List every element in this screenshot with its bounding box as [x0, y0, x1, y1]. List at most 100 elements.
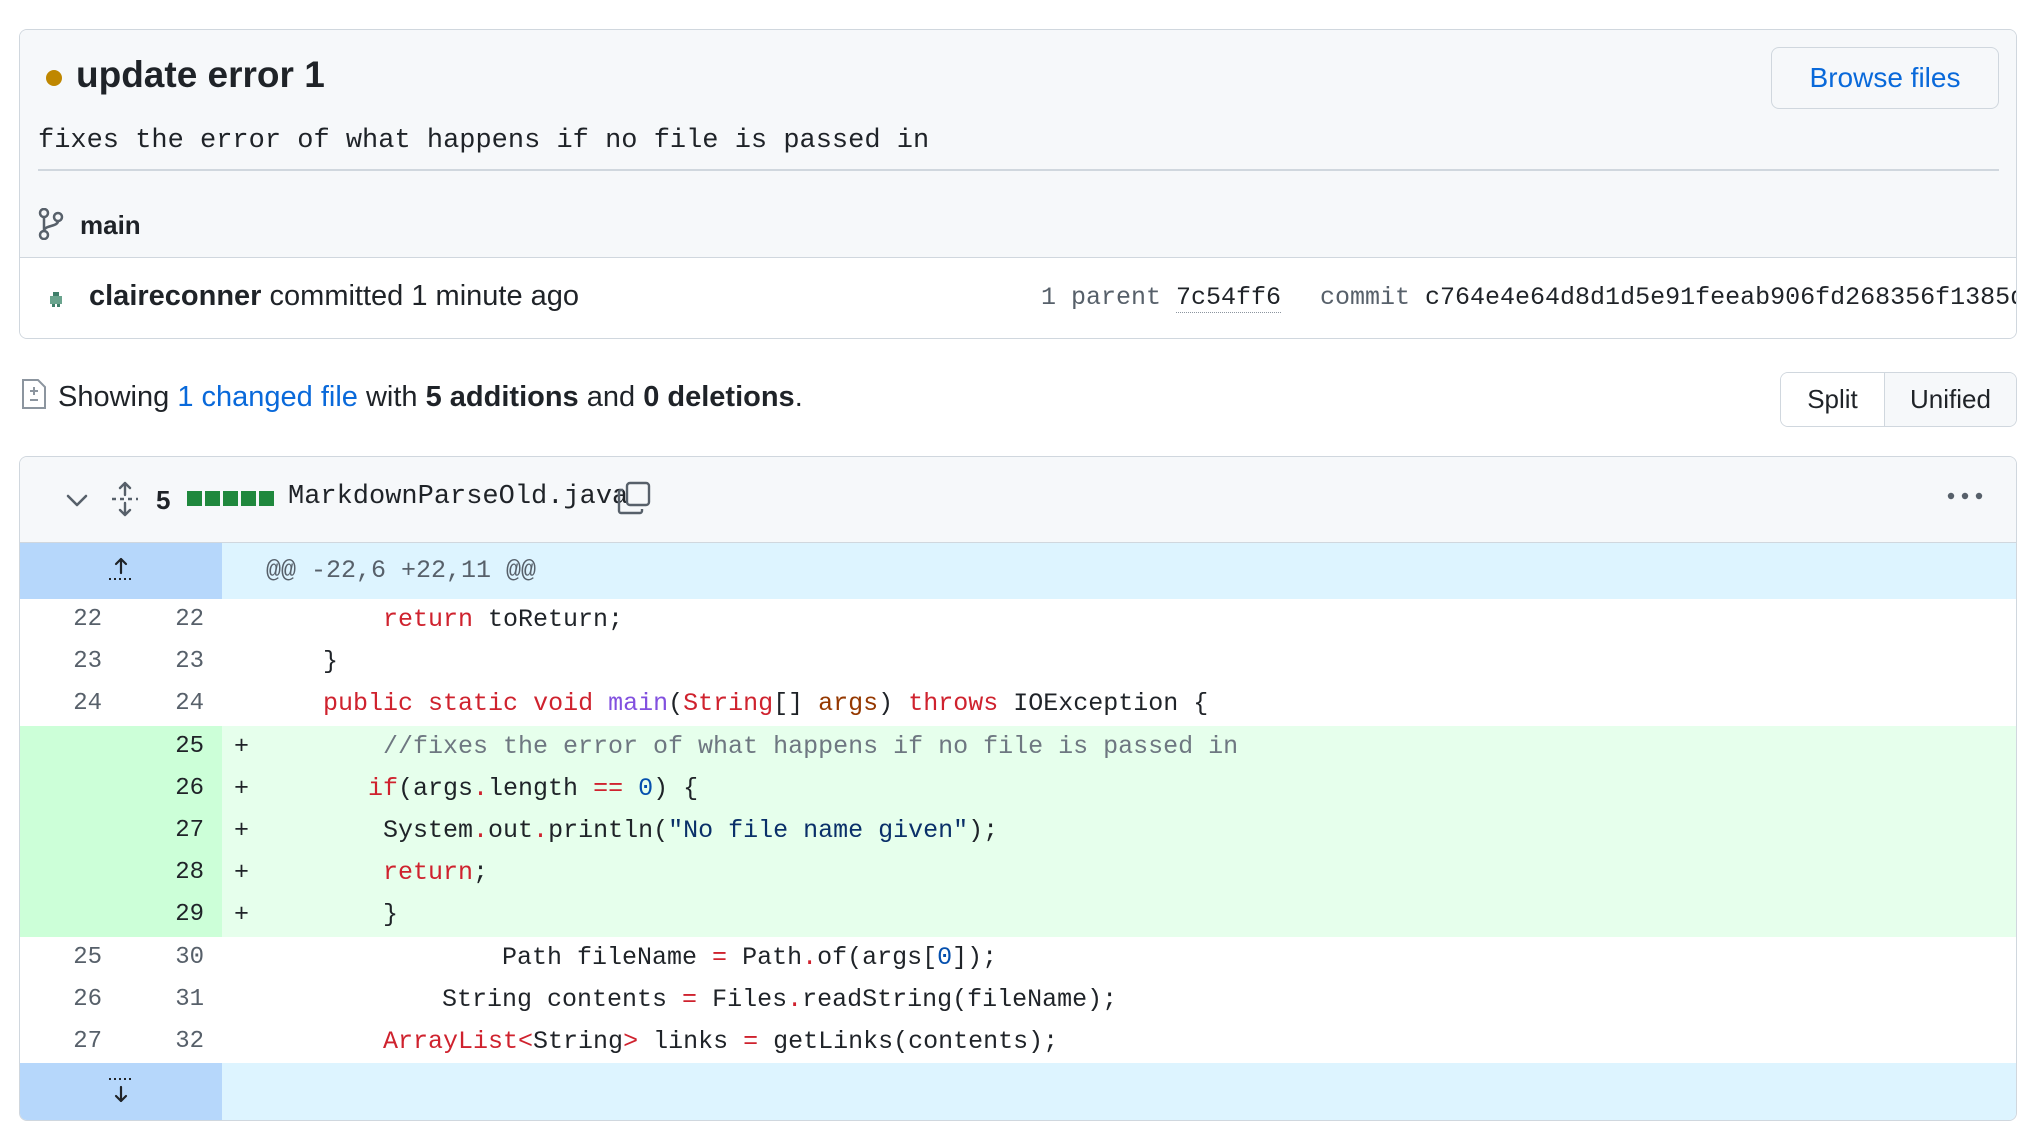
code-token: ( — [668, 689, 684, 719]
more-options-icon[interactable] — [1947, 491, 1983, 501]
copy-icon[interactable] — [617, 481, 651, 515]
commit-label: commit — [1320, 283, 1411, 312]
code-token: String — [683, 689, 774, 719]
code-token: ); — [968, 815, 999, 845]
file-diff-icon — [22, 379, 46, 409]
code-token: args — [818, 689, 879, 719]
code-line: + return; — [222, 852, 2016, 895]
diff-row: 23 23 } — [20, 641, 2016, 683]
old-line-number[interactable] — [20, 767, 120, 810]
avatar[interactable] — [47, 290, 65, 308]
code-token: < — [518, 1026, 534, 1056]
diffstat-block — [223, 491, 238, 506]
diff-summary: Showing 1 changed file with 5 additions … — [58, 381, 803, 414]
divider — [38, 169, 1999, 171]
file-name-link[interactable]: MarkdownParseOld.java — [288, 482, 628, 512]
diff-row-added: 27 + System.out.println("No file name giv… — [20, 809, 2016, 853]
diffstat-block — [241, 491, 256, 506]
new-line-number[interactable]: 30 — [120, 937, 222, 979]
code-token: 0 — [638, 773, 654, 803]
code-token: == — [593, 773, 624, 803]
addition-marker: + — [234, 731, 250, 761]
old-line-number[interactable] — [20, 809, 120, 853]
code-token: public — [323, 689, 414, 719]
code-token: [] — [773, 689, 819, 719]
new-line-number[interactable]: 25 — [120, 725, 222, 768]
diff-row: 24 24 public static void main(String[] a… — [20, 683, 2016, 725]
code-token: (args — [398, 773, 474, 803]
old-line-number[interactable]: 24 — [20, 683, 120, 725]
summary-prefix: Showing — [58, 381, 170, 413]
code-token: "No file name given" — [668, 815, 969, 845]
parent-label: 1 parent — [1041, 283, 1162, 312]
code-token: static — [428, 689, 519, 719]
new-line-number[interactable]: 26 — [120, 767, 222, 810]
file-diff: 5 MarkdownParseOld.java @@ -22,6 +22,11 … — [19, 456, 2017, 1121]
new-line-number[interactable]: 22 — [120, 599, 222, 641]
code-line: +} — [222, 894, 2016, 937]
code-token: Path — [727, 942, 803, 972]
addition-marker: + — [234, 773, 250, 803]
old-line-number[interactable] — [20, 725, 120, 768]
old-line-number[interactable] — [20, 894, 120, 937]
summary-suffix: . — [794, 381, 803, 413]
split-view-button[interactable]: Split — [1781, 373, 1885, 426]
code-token: return — [383, 605, 474, 634]
commit-sha: c764e4e64d8d1d5e91feeab906fd268356f1385d — [1425, 283, 2017, 312]
author-name[interactable]: claireconner — [89, 280, 261, 312]
parent-sha-link[interactable]: 7c54ff6 — [1176, 283, 1282, 313]
code-token: ArrayList — [383, 1026, 519, 1056]
branch-name[interactable]: main — [80, 210, 141, 241]
new-line-number[interactable]: 24 — [120, 683, 222, 725]
chevron-down-icon[interactable] — [64, 489, 90, 511]
code-token: . — [473, 773, 489, 803]
diffstat-block — [259, 491, 274, 506]
unfold-icon[interactable] — [110, 481, 140, 517]
old-line-number[interactable]: 22 — [20, 599, 120, 641]
diffstat-block — [205, 491, 220, 506]
old-line-number[interactable] — [20, 852, 120, 895]
diff-row: 27 32 ArrayList<String> links = getLinks… — [20, 1021, 2016, 1063]
additions-count: 5 additions — [425, 381, 579, 413]
code-token: = — [712, 942, 728, 972]
code-token: if — [368, 773, 399, 803]
new-line-number[interactable]: 31 — [120, 979, 222, 1021]
diff-row: 26 31 String contents = Files.readString… — [20, 979, 2016, 1021]
code-token: = — [682, 984, 698, 1014]
commit-box: update error 1 fixes the error of what h… — [19, 29, 2017, 339]
code-token: length — [488, 773, 594, 803]
code-line: return toReturn; — [222, 599, 2016, 641]
summary-and: and — [586, 381, 636, 413]
old-line-number[interactable]: 23 — [20, 641, 120, 683]
code-token: out — [488, 815, 534, 845]
diff-row-added: 25 + //fixes the error of what happens if… — [20, 725, 2016, 768]
summary-with: with — [365, 381, 418, 413]
old-line-number[interactable]: 26 — [20, 979, 120, 1021]
new-line-number[interactable]: 23 — [120, 641, 222, 683]
browse-files-button[interactable]: Browse files — [1771, 47, 1999, 109]
diff-row-added: 29 +} — [20, 894, 2016, 937]
parent-info: 1 parent 7c54ff6 — [1041, 283, 1282, 313]
old-line-number[interactable]: 27 — [20, 1021, 120, 1063]
new-line-number[interactable]: 32 — [120, 1021, 222, 1063]
code-line: + System.out.println("No file name given"… — [222, 809, 2016, 853]
new-line-number[interactable]: 27 — [120, 809, 222, 853]
code-line: + //fixes the error of what happens if no… — [222, 725, 2016, 768]
expand-up-button[interactable] — [20, 543, 222, 599]
code-token: . — [533, 815, 549, 845]
commit-sha-info: commit c764e4e64d8d1d5e91feeab906fd26835… — [1320, 283, 2017, 312]
expand-down-button[interactable] — [20, 1063, 222, 1120]
commit-meta: claireconner committed 1 minute ago 1 pa… — [20, 258, 2017, 338]
new-line-number[interactable]: 29 — [120, 894, 222, 937]
git-branch-icon — [38, 208, 64, 240]
deletions-count: 0 deletions — [643, 381, 795, 413]
code-token: . — [473, 815, 489, 845]
unified-view-button[interactable]: Unified — [1885, 373, 2016, 426]
code-token: } — [383, 900, 399, 930]
code-token: . — [787, 984, 803, 1014]
old-line-number[interactable]: 25 — [20, 937, 120, 979]
changed-files-link[interactable]: 1 changed file — [177, 381, 358, 413]
new-line-number[interactable]: 28 — [120, 852, 222, 895]
file-header: 5 MarkdownParseOld.java — [20, 457, 2016, 543]
code-token: println( — [548, 815, 669, 845]
